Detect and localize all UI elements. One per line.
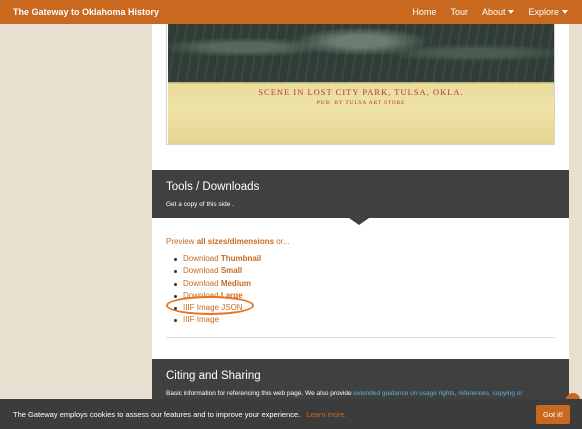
highlight-circle [166, 296, 254, 315]
tools-downloads-header: Tools / Downloads Get a copy of this sid… [152, 170, 569, 225]
cite-title: Citing and Sharing [166, 370, 261, 382]
iiif-image-label: IIIF Image [183, 315, 220, 325]
image-viewer-frame[interactable]: SCENE IN LOST CITY PARK, TULSA, OKLA. PU… [166, 24, 555, 145]
divider [166, 337, 555, 338]
tools-subtitle: Get a copy of this side . [166, 201, 234, 208]
cookie-accept-button[interactable]: Got it! [535, 404, 570, 424]
cookie-message: The Gateway employs cookies to assess ou… [0, 410, 536, 419]
cite-guidance-link[interactable]: extended guidance on usage rights, refer… [353, 390, 522, 397]
top-navbar: The Gateway to Oklahoma History Home Tou… [0, 0, 582, 24]
cookie-text: The Gateway employs cookies to assess ou… [13, 409, 301, 419]
download-prefix: Download [183, 254, 219, 263]
nav-tour-label: Tour [450, 7, 468, 17]
postcard-image[interactable]: SCENE IN LOST CITY PARK, TULSA, OKLA. PU… [168, 24, 554, 144]
download-prefix: Download [183, 266, 219, 276]
section-arrow-icon [349, 218, 369, 225]
nav-home-label: Home [412, 7, 437, 17]
preview-all-sizes-link[interactable]: all sizes/dimensions [197, 237, 274, 246]
postcard-caption: SCENE IN LOST CITY PARK, TULSA, OKLA. [258, 87, 464, 97]
download-prefix: Download [183, 278, 219, 288]
cookie-banner: The Gateway employs cookies to assess ou… [0, 399, 582, 429]
nav-home[interactable]: Home [412, 7, 436, 17]
tools-title: Tools / Downloads [166, 181, 260, 193]
caret-down-icon [562, 10, 568, 14]
cookie-learn-more-link[interactable]: Learn more. [306, 410, 346, 419]
cite-text: Basic information for referencing this w… [166, 390, 523, 397]
nav-about-label: About [481, 7, 506, 17]
preview-line: Preview all sizes/dimensions or... [166, 237, 290, 246]
download-list: Download Thumbnail Download Small Downlo… [174, 254, 261, 328]
postcard-publisher: PUB. BY TULSA ART STORE [316, 100, 406, 106]
nav-tour[interactable]: Tour [450, 7, 468, 17]
download-thumbnail-link[interactable]: Download Thumbnail [174, 254, 261, 266]
download-small-link[interactable]: Download Small [174, 266, 261, 278]
download-medium-link[interactable]: Download Medium [174, 279, 261, 291]
nav-explore-label: Explore [528, 7, 559, 17]
main-content-column: SCENE IN LOST CITY PARK, TULSA, OKLA. PU… [152, 24, 569, 429]
download-size: Thumbnail [220, 254, 262, 263]
nav-explore[interactable]: Explore [528, 7, 568, 17]
iiif-image-link[interactable]: IIIF Image [174, 315, 261, 327]
caret-down-icon [508, 10, 515, 14]
nav-about[interactable]: About [482, 7, 515, 17]
postcard-photo-area [168, 24, 554, 82]
download-size: Medium [220, 278, 252, 288]
download-size: Small [220, 266, 243, 276]
cite-text-body: Basic information for referencing this w… [166, 390, 352, 397]
site-brand-link[interactable]: The Gateway to Oklahoma History [0, 7, 412, 17]
preview-suffix: or... [276, 237, 290, 246]
preview-prefix: Preview [166, 237, 195, 246]
